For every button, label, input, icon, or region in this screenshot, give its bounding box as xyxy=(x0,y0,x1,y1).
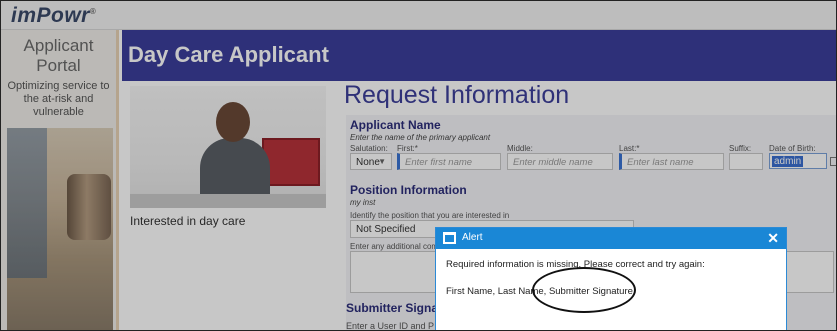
close-icon[interactable]: ✕ xyxy=(767,230,779,246)
annotation-ellipse xyxy=(532,267,636,313)
alert-header: Alert ✕ xyxy=(436,228,786,249)
window-icon xyxy=(443,232,456,244)
app-frame: imPowr® Applicant Portal Optimizing serv… xyxy=(0,0,837,331)
alert-title: Alert xyxy=(462,232,483,243)
